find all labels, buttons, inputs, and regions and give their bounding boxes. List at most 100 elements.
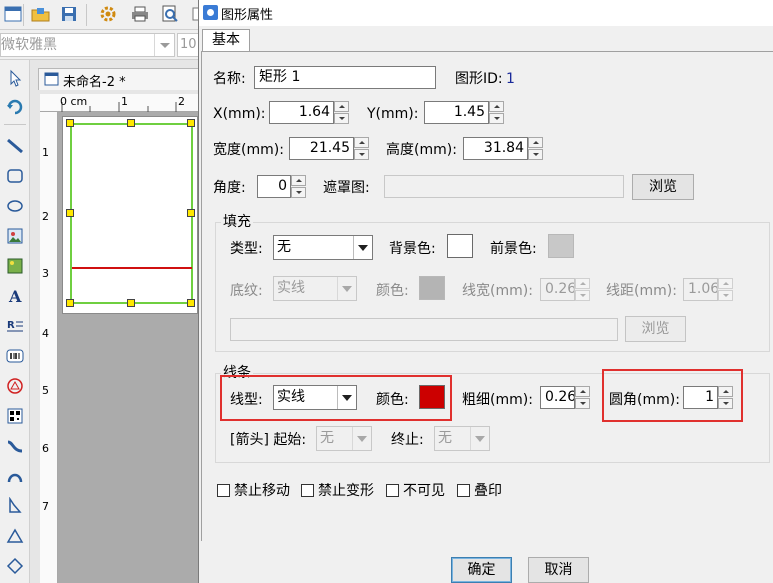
angle-label: 角度: — [213, 180, 246, 196]
foreground-color-label: 前景色: — [490, 241, 537, 257]
angle-input[interactable]: 0 — [257, 175, 291, 198]
vertical-ruler: 1 2 3 4 5 6 7 — [40, 112, 58, 583]
settings-gear-icon[interactable] — [95, 2, 121, 26]
image-tool-icon[interactable] — [3, 224, 27, 248]
resize-handle[interactable] — [187, 119, 195, 127]
dialog-title-bar: 图形属性 — [199, 0, 773, 26]
background-color-swatch[interactable] — [447, 234, 473, 258]
resize-handle[interactable] — [127, 119, 135, 127]
arrow-start-label: [箭头] 起始: — [230, 432, 307, 448]
pattern-color-swatch[interactable] — [419, 276, 445, 300]
fill-image-input[interactable] — [230, 318, 618, 341]
y-spinner[interactable] — [489, 101, 504, 124]
foreground-color-swatch[interactable] — [548, 234, 574, 258]
svg-text:R: R — [7, 320, 15, 331]
width-spinner[interactable] — [354, 137, 369, 160]
triangle-tool-icon[interactable] — [3, 524, 27, 548]
ruler-label: 4 — [42, 327, 49, 340]
pattern-spacing-input[interactable]: 1.06 — [683, 278, 718, 301]
select-arrow-icon[interactable] — [3, 66, 27, 90]
resize-handle[interactable] — [66, 299, 74, 307]
resize-handle[interactable] — [187, 299, 195, 307]
pattern-spacing-label: 线距(mm): — [606, 283, 677, 299]
dialog-app-icon — [203, 5, 218, 20]
pattern-label: 底纹: — [230, 283, 263, 299]
fill-type-label: 类型: — [230, 241, 263, 257]
arrow-start-select[interactable]: 无 — [316, 426, 372, 451]
rectangle-tool-icon[interactable] — [3, 164, 27, 188]
tab-basic[interactable]: 基本 — [202, 29, 250, 52]
selected-rectangle[interactable] — [70, 123, 193, 304]
diamond-tool-icon[interactable] — [3, 554, 27, 578]
no-move-checkbox[interactable]: 禁止移动 — [217, 480, 290, 500]
resize-handle[interactable] — [66, 209, 74, 217]
checkbox-icon — [457, 483, 470, 497]
invisible-checkbox[interactable]: 不可见 — [386, 480, 445, 500]
arc-tool-icon[interactable] — [3, 464, 27, 488]
no-transform-label: 禁止变形 — [318, 483, 374, 499]
pattern-linewidth-input[interactable]: 0.26 — [540, 278, 575, 301]
x-input[interactable]: 1.64 — [269, 101, 334, 124]
save-icon[interactable] — [56, 2, 82, 26]
text-tool-icon[interactable]: A — [3, 284, 27, 308]
overprint-checkbox[interactable]: 叠印 — [457, 480, 502, 500]
line-thickness-label: 粗细(mm): — [462, 392, 533, 408]
x-label: X(mm): — [213, 106, 266, 122]
font-size-select[interactable]: 10 — [177, 33, 200, 57]
arrow-end-label: 终止: — [391, 432, 424, 448]
stamp-tool-icon[interactable] — [3, 374, 27, 398]
fill-type-select[interactable]: 无 — [273, 235, 373, 260]
arrow-end-select[interactable]: 无 — [434, 426, 490, 451]
cancel-button[interactable]: 取消 — [528, 557, 589, 583]
resize-handle[interactable] — [66, 119, 74, 127]
height-spinner[interactable] — [528, 137, 543, 160]
print-icon[interactable] — [127, 2, 153, 26]
drawing-tools-panel: A R — [0, 60, 30, 583]
font-size-value: 10 — [180, 37, 197, 52]
pattern-linewidth-spinner[interactable] — [575, 278, 590, 301]
arrow-start-value: 无 — [320, 430, 334, 446]
font-family-select[interactable]: 微软雅黑 — [0, 33, 175, 57]
pattern-spacing-spinner[interactable] — [718, 278, 733, 301]
ellipse-tool-icon[interactable] — [3, 194, 27, 218]
chevron-down-icon — [470, 427, 489, 450]
fill-browse-button[interactable]: 浏览 — [625, 316, 686, 342]
ruler-label: 2 — [42, 210, 49, 223]
arrow-end-value: 无 — [438, 430, 452, 446]
red-line-shape[interactable] — [72, 267, 192, 269]
barcode-tool-icon[interactable] — [3, 344, 27, 368]
polyline-tool-icon[interactable] — [3, 494, 27, 518]
pattern-value: 实线 — [277, 280, 305, 296]
fill-group-title: 填充 — [221, 214, 253, 230]
checkbox-icon — [386, 483, 399, 497]
curve-tool-icon[interactable] — [3, 434, 27, 458]
print-preview-icon[interactable] — [157, 2, 183, 26]
angle-spinner[interactable] — [291, 175, 306, 198]
y-input[interactable]: 1.45 — [424, 101, 489, 124]
resize-handle[interactable] — [187, 209, 195, 217]
dialog-title: 图形属性 — [221, 8, 274, 23]
ok-button[interactable]: 确定 — [451, 557, 512, 583]
invisible-label: 不可见 — [403, 483, 445, 499]
resize-handle[interactable] — [127, 299, 135, 307]
mask-browse-button[interactable]: 浏览 — [632, 174, 694, 200]
line-tool-icon[interactable] — [3, 134, 27, 158]
line-thickness-spinner[interactable] — [575, 386, 590, 409]
picture-tool-icon[interactable] — [3, 254, 27, 278]
open-folder-icon[interactable] — [28, 2, 54, 26]
line-thickness-input[interactable]: 0.26 — [540, 386, 575, 409]
qrcode-tool-icon[interactable] — [3, 404, 27, 428]
horizontal-ruler: 0 cm 1 2 — [40, 94, 200, 112]
rotate-tool-icon[interactable] — [3, 94, 27, 118]
mask-image-input[interactable] — [384, 175, 624, 198]
x-spinner[interactable] — [334, 101, 349, 124]
name-input[interactable]: 矩形 1 — [254, 66, 436, 89]
ruler-label: 6 — [42, 442, 49, 455]
rich-text-tool-icon[interactable]: R — [3, 314, 27, 338]
height-input[interactable]: 31.84 — [463, 137, 528, 160]
width-input[interactable]: 21.45 — [289, 137, 354, 160]
pattern-select[interactable]: 实线 — [273, 276, 357, 301]
document-tab[interactable]: 未命名-2 * — [38, 68, 200, 90]
ruler-label: 3 — [42, 267, 49, 280]
no-transform-checkbox[interactable]: 禁止变形 — [301, 480, 374, 500]
